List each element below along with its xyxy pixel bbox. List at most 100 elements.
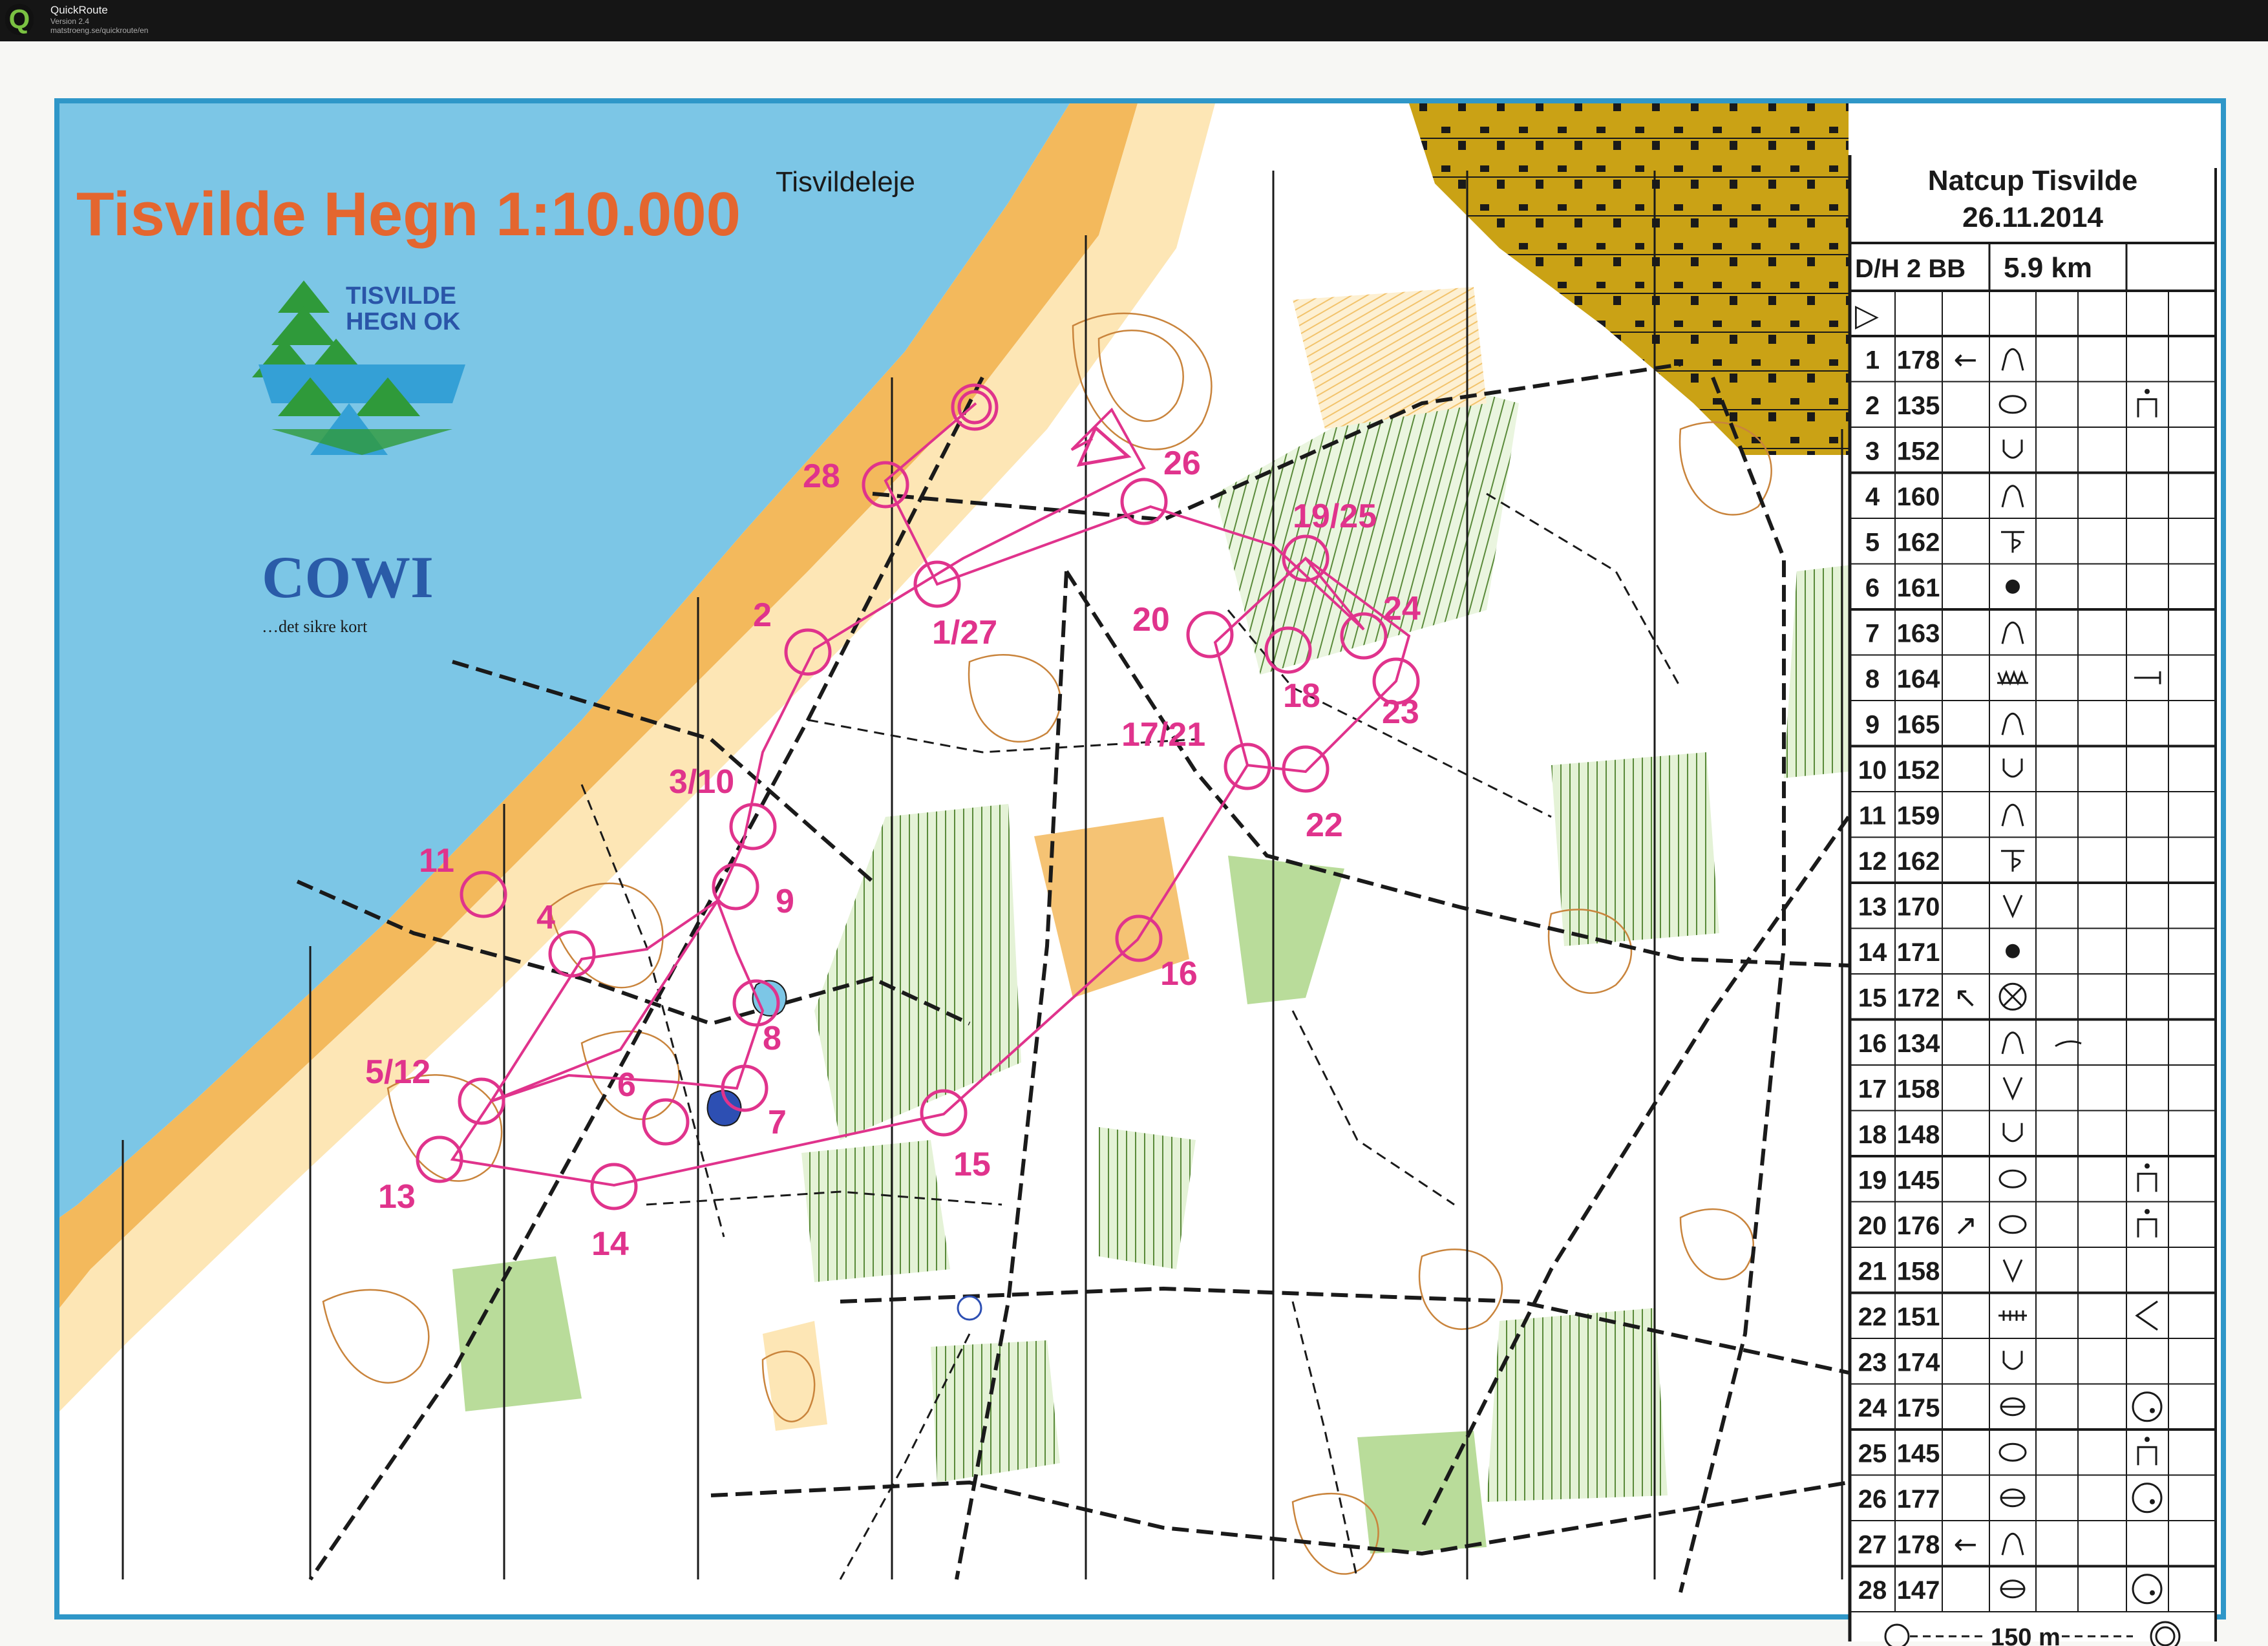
control-code: 174 <box>1897 1348 1940 1377</box>
row-number: 16 <box>1858 1029 1887 1058</box>
direction-arrow: ← <box>1954 343 1978 376</box>
row-number: 28 <box>1858 1576 1887 1605</box>
control-code: 178 <box>1897 346 1940 374</box>
control-code: 145 <box>1897 1439 1940 1468</box>
control-label: 2 <box>753 596 772 634</box>
row-number: 26 <box>1858 1485 1887 1514</box>
control-code: 159 <box>1897 801 1940 830</box>
app-name: QuickRoute <box>50 4 108 16</box>
control-code: 175 <box>1897 1394 1940 1422</box>
green-area <box>1487 1308 1668 1502</box>
control-label: 20 <box>1132 601 1170 638</box>
row-number: 8 <box>1865 665 1880 693</box>
rough-open <box>1293 287 1487 429</box>
map-view[interactable]: 1/27 2 3/10 4 5/12 6 7 8 9 11 13 14 15 1… <box>0 41 2268 1646</box>
row-number: 22 <box>1858 1303 1887 1331</box>
course-class: D/H 2 BB <box>1855 255 1966 283</box>
control-label: 6 <box>617 1066 636 1104</box>
control-label: 1/27 <box>932 614 997 651</box>
control-code: 178 <box>1897 1530 1940 1559</box>
control-label: 9 <box>776 883 794 920</box>
sponsor-name: COWI <box>262 544 434 610</box>
control-label: 28 <box>803 458 840 495</box>
row-number: 19 <box>1858 1166 1887 1194</box>
row-number: 17 <box>1858 1075 1887 1103</box>
map-title: Tisvilde Hegn 1:10.000 <box>76 180 741 249</box>
row-number: 24 <box>1858 1394 1887 1422</box>
dot-icon <box>2006 944 2020 958</box>
control-label: 7 <box>768 1104 787 1141</box>
control-code: 161 <box>1897 574 1940 602</box>
row-number: 12 <box>1858 847 1887 876</box>
row-number: 6 <box>1865 574 1880 602</box>
control-code: 162 <box>1897 528 1940 556</box>
direction-arrow: ↗ <box>1954 1209 1978 1242</box>
control-label: 19/25 <box>1293 498 1377 535</box>
control-label: 23 <box>1382 693 1419 731</box>
control-code: 152 <box>1897 756 1940 785</box>
event-date: 26.11.2014 <box>1962 202 2103 233</box>
green-area <box>1551 752 1719 946</box>
row-number: 5 <box>1865 528 1880 556</box>
control-code: 147 <box>1897 1576 1940 1605</box>
place-label: Tisvildeleje <box>776 166 915 198</box>
control-code: 170 <box>1897 892 1940 921</box>
control-label: 18 <box>1283 677 1320 715</box>
row-number: 15 <box>1858 984 1887 1012</box>
control-code: 171 <box>1897 938 1940 967</box>
control-code: 162 <box>1897 847 1940 876</box>
row-number: 1 <box>1865 346 1880 374</box>
control-label: 15 <box>953 1146 991 1183</box>
row-number: 20 <box>1858 1212 1887 1240</box>
row-number: 4 <box>1865 483 1880 511</box>
app-url: matstroeng.se/quickroute/en <box>50 26 149 35</box>
control-label: 8 <box>763 1020 781 1057</box>
control-code: 134 <box>1897 1029 1940 1058</box>
dot-icon <box>2006 579 2020 594</box>
control-label: 4 <box>536 899 555 936</box>
control-code: 160 <box>1897 483 1940 511</box>
row-number: 9 <box>1865 710 1880 739</box>
direction-arrow: ↖ <box>1954 981 1978 1014</box>
control-code: 152 <box>1897 437 1940 465</box>
row-number: 23 <box>1858 1348 1887 1377</box>
orienteering-map[interactable]: 1/27 2 3/10 4 5/12 6 7 8 9 11 13 14 15 1… <box>0 41 2268 1646</box>
control-label: 22 <box>1306 807 1343 844</box>
control-label: 13 <box>378 1178 416 1216</box>
row-number: 18 <box>1858 1121 1887 1149</box>
course-length: 5.9 km <box>2004 252 2092 284</box>
control-label: 24 <box>1383 590 1421 628</box>
control-code: 148 <box>1897 1121 1940 1149</box>
control-code: 164 <box>1897 665 1940 693</box>
control-code: 163 <box>1897 619 1940 648</box>
finish-distance: 150 m <box>1991 1624 2061 1646</box>
start-symbol: ▷ <box>1855 297 1879 333</box>
quickroute-logo-icon: Q <box>5 4 34 35</box>
event-name: Natcup Tisvilde <box>1928 165 2137 196</box>
direction-arrow: ← <box>1954 1528 1978 1561</box>
control-code: 158 <box>1897 1257 1940 1285</box>
control-code: 172 <box>1897 984 1940 1012</box>
row-number: 14 <box>1858 938 1887 967</box>
row-number: 13 <box>1858 892 1887 921</box>
control-code: 177 <box>1897 1485 1940 1514</box>
control-description-sheet: Natcup Tisvilde 26.11.2014 D/H 2 BB 5.9 … <box>1848 155 2217 1646</box>
control-code: 158 <box>1897 1075 1940 1103</box>
row-number: 7 <box>1865 619 1880 648</box>
control-label: 17/21 <box>1121 716 1205 754</box>
row-number: 10 <box>1858 756 1887 785</box>
app-version: Version 2.4 <box>50 17 90 26</box>
control-label: 26 <box>1163 445 1201 482</box>
control-label: 11 <box>419 842 454 880</box>
row-number: 27 <box>1858 1530 1887 1559</box>
row-number: 3 <box>1865 437 1880 465</box>
control-code: 145 <box>1897 1166 1940 1194</box>
club-logo-line2: HEGN OK <box>346 308 461 335</box>
row-number: 11 <box>1859 801 1886 830</box>
title-bar: Q QuickRoute Version 2.4 matstroeng.se/q… <box>0 0 2268 41</box>
row-number: 21 <box>1858 1257 1887 1285</box>
control-label: 3/10 <box>669 763 734 801</box>
control-label: 14 <box>591 1225 629 1263</box>
control-code: 176 <box>1897 1212 1940 1240</box>
control-code: 165 <box>1897 710 1940 739</box>
